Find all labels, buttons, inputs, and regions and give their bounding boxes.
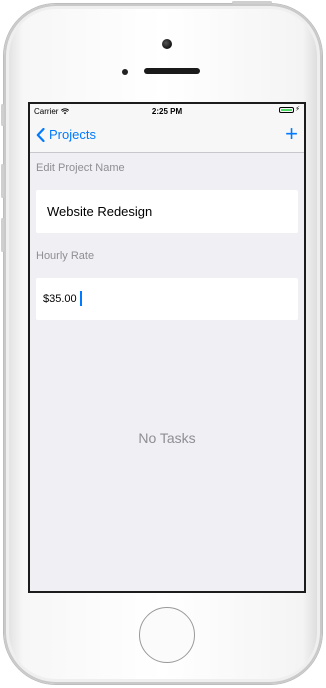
back-button-label: Projects — [49, 127, 96, 142]
app-screen: Carrier 2:25 PM ⚡ Projects + Edit Projec… — [28, 102, 306, 593]
add-task-button[interactable]: + — [285, 123, 298, 145]
charging-bolt-icon: ⚡ — [295, 106, 300, 113]
battery-icon: ⚡ — [279, 106, 300, 113]
status-time: 2:25 PM — [151, 107, 183, 116]
no-tasks-label: No Tasks — [138, 430, 196, 446]
plus-icon: + — [285, 121, 298, 146]
battery-fill — [281, 109, 293, 111]
home-button[interactable] — [139, 607, 195, 663]
hourly-rate-input[interactable] — [36, 278, 298, 320]
mute-switch — [1, 104, 4, 126]
volume-down-button — [1, 218, 4, 252]
front-camera — [162, 39, 172, 49]
volume-up-button — [1, 164, 4, 198]
text-cursor — [80, 291, 82, 306]
hourly-rate-field[interactable] — [36, 278, 298, 320]
battery-outline — [279, 107, 295, 113]
project-name-input[interactable] — [36, 190, 298, 233]
navigation-bar: Projects + — [30, 118, 304, 153]
back-button[interactable]: Projects — [36, 127, 96, 142]
project-name-field[interactable] — [36, 190, 298, 233]
status-bar: Carrier 2:25 PM ⚡ — [30, 104, 304, 118]
earpiece-speaker — [144, 68, 200, 74]
hourly-rate-section-label: Hourly Rate — [36, 250, 95, 262]
project-name-section-label: Edit Project Name — [36, 162, 125, 174]
chevron-left-icon — [36, 127, 45, 142]
proximity-sensor — [122, 69, 128, 75]
power-button — [232, 1, 272, 4]
